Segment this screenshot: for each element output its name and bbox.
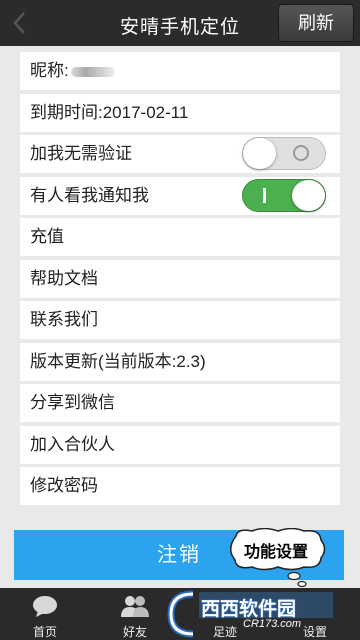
recharge-label: 充值 xyxy=(30,227,64,246)
toggle-off-icon xyxy=(293,145,309,161)
annotation-bubble: 功能设置 xyxy=(226,528,326,588)
friends-icon xyxy=(121,596,149,617)
refresh-button[interactable]: 刷新 xyxy=(278,4,354,42)
watermark-brand: 西西软件园 xyxy=(201,599,297,620)
contact-item[interactable]: 联系我们 xyxy=(20,301,340,339)
no-verify-label: 加我无需验证 xyxy=(30,144,132,163)
watermark: 西西软件园 CR173.com xyxy=(163,588,338,640)
partner-label: 加入合伙人 xyxy=(30,434,115,454)
chat-bubble-icon xyxy=(33,596,57,617)
change-password-label: 修改密码 xyxy=(30,476,98,495)
notify-toggle[interactable] xyxy=(242,178,326,212)
change-password-item[interactable]: 修改密码 xyxy=(20,467,340,505)
title-bar: 安晴手机定位 刷新 xyxy=(0,0,360,46)
update-item[interactable]: 版本更新(当前版本:2.3) xyxy=(20,342,340,381)
toggle-on-icon xyxy=(263,187,266,203)
help-item[interactable]: 帮助文档 xyxy=(20,259,340,298)
help-label: 帮助文档 xyxy=(30,268,98,288)
share-item[interactable]: 分享到微信 xyxy=(20,384,340,422)
tab-home-label: 首页 xyxy=(32,625,57,639)
notify-label: 有人看我通知我 xyxy=(30,185,149,205)
nickname-blurred-value xyxy=(70,66,115,77)
toggle-knob xyxy=(292,179,325,211)
no-verify-toggle[interactable] xyxy=(242,137,326,170)
tab-home[interactable]: 首页 xyxy=(0,588,90,640)
notify-row: 有人看我通知我 xyxy=(20,176,340,215)
contact-label: 联系我们 xyxy=(30,310,98,329)
toggle-knob xyxy=(243,138,276,169)
no-verify-row: 加我无需验证 xyxy=(20,135,340,173)
share-label: 分享到微信 xyxy=(30,393,115,412)
expiry-row: 到期时间:2017-02-11 xyxy=(20,93,340,132)
partner-item[interactable]: 加入合伙人 xyxy=(20,425,340,464)
expiry-text: 到期时间:2017-02-11 xyxy=(30,102,189,122)
update-label: 版本更新(当前版本:2.3) xyxy=(30,351,206,371)
settings-list: 昵称: 到期时间:2017-02-11 加我无需验证 有人看我通知我 充值 帮助… xyxy=(20,52,340,509)
annotation-text: 功能设置 xyxy=(243,544,308,561)
nickname-row: 昵称: xyxy=(20,52,340,90)
nickname-label: 昵称: xyxy=(30,61,69,80)
watermark-site: CR173.com xyxy=(243,618,302,630)
recharge-item[interactable]: 充值 xyxy=(20,218,340,256)
